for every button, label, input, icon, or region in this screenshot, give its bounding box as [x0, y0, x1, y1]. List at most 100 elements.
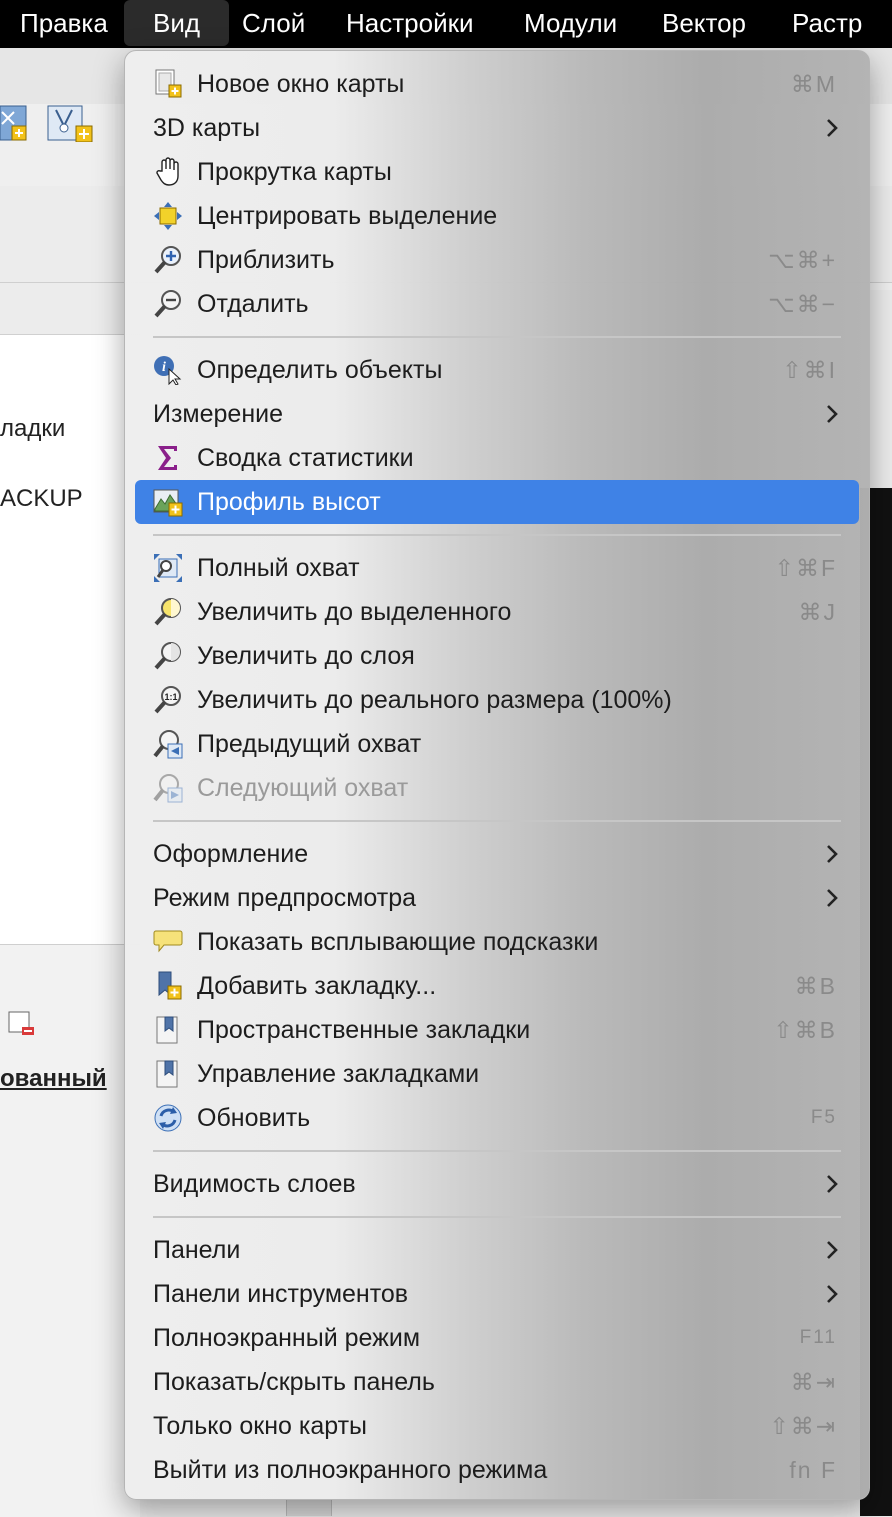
scrollbar-fragment[interactable] — [286, 1500, 332, 1516]
menu-separator — [125, 326, 869, 348]
shortcut: ⌘B — [794, 973, 837, 999]
menu-separator — [125, 1140, 869, 1162]
menu-item-fullscreen[interactable]: Полноэкранный режим F11 — [125, 1316, 869, 1360]
shortcut: ⇧⌘B — [773, 1017, 837, 1043]
menu-item-zoom-in[interactable]: Приблизить ⌥⌘+ — [125, 238, 869, 282]
menu-item-statistical-summary[interactable]: Сводка статистики — [125, 436, 869, 480]
menu-item-label: Управление закладками — [197, 1059, 480, 1088]
menu-item-label: Полный охват — [197, 553, 360, 582]
menu-item-label: Добавить закладку... — [197, 971, 437, 1000]
menu-item-label: Центрировать выделение — [197, 201, 498, 230]
elevation-profile-icon — [153, 487, 183, 517]
svg-text:1:1: 1:1 — [164, 692, 177, 702]
menu-item-elevation-profile[interactable]: Профиль высот — [135, 480, 859, 524]
menu-item-label: Увеличить до слоя — [197, 641, 415, 670]
shortcut: F11 — [799, 1327, 837, 1348]
zoom-to-layer-icon — [153, 641, 183, 671]
menu-item-identify[interactable]: i Определить объекты ⇧⌘I — [125, 348, 869, 392]
menu-item-label: Показать/скрыть панель — [153, 1367, 435, 1396]
menu-item-map-only[interactable]: Только окно карты ⇧⌘⇥ — [125, 1404, 869, 1448]
remove-layer-icon[interactable] — [8, 1011, 36, 1039]
shortcut: ⇧⌘I — [782, 357, 837, 383]
new-layer-icon[interactable] — [0, 104, 28, 142]
menu-item-decorations[interactable]: Оформление — [125, 832, 869, 876]
new-vertex-layer-icon[interactable] — [46, 104, 94, 143]
sigma-icon — [153, 443, 183, 473]
bg-bookmarks-text: ладки — [0, 415, 66, 442]
menu-item-zoom-out[interactable]: Отдалить ⌥⌘− — [125, 282, 869, 326]
menu-item-pan-map[interactable]: Прокрутка карты — [125, 150, 869, 194]
menu-vector[interactable]: Вектор — [662, 0, 746, 46]
menu-item-exit-fullscreen[interactable]: Выйти из полноэкранного режима fn F — [125, 1448, 869, 1492]
menu-item-measure[interactable]: Измерение — [125, 392, 869, 436]
menu-separator — [125, 810, 869, 832]
bookmarks-icon — [153, 1015, 183, 1045]
chevron-right-icon — [827, 1241, 838, 1259]
menu-item-label: Прокрутка карты — [197, 157, 392, 186]
menu-item-map-tips[interactable]: Показать всплывающие подсказки — [125, 920, 869, 964]
chevron-right-icon — [827, 405, 838, 423]
menu-item-refresh[interactable]: Обновить F5 — [125, 1096, 869, 1140]
menu-item-label: Приблизить — [197, 245, 335, 274]
shortcut: ⌥⌘− — [768, 291, 837, 317]
menu-item-manage-bookmarks[interactable]: Управление закладками — [125, 1052, 869, 1096]
menu-item-label: Измерение — [153, 399, 284, 428]
menu-view[interactable]: Вид — [124, 0, 230, 46]
shortcut: ⌘M — [790, 71, 837, 97]
shortcut: ⇧⌘F — [774, 555, 837, 581]
menu-item-toolbars[interactable]: Панели инструментов — [125, 1272, 869, 1316]
menu-item-3d-maps[interactable]: 3D карты — [125, 106, 869, 150]
menu-item-preview-mode[interactable]: Режим предпросмотра — [125, 876, 869, 920]
menu-item-label: Профиль высот — [197, 487, 381, 516]
menu-item-zoom-native[interactable]: 1:1 Увеличить до реального размера (100%… — [125, 678, 869, 722]
menu-item-zoom-next[interactable]: Следующий охват — [125, 766, 869, 810]
menu-item-zoom-last[interactable]: Предыдущий охват — [125, 722, 869, 766]
menu-item-toggle-panels[interactable]: Показать/скрыть панель ⌘⇥ — [125, 1360, 869, 1404]
menu-item-spatial-bookmarks[interactable]: Пространственные закладки ⇧⌘B — [125, 1008, 869, 1052]
map-window-icon — [153, 69, 183, 99]
menu-layer[interactable]: Слой — [242, 0, 305, 46]
menu-plugins[interactable]: Модули — [524, 0, 617, 46]
bg-layer-name-text: ованный — [0, 1065, 107, 1092]
menu-item-zoom-to-layer[interactable]: Увеличить до слоя — [125, 634, 869, 678]
chevron-right-icon — [827, 889, 838, 907]
menu-item-label: Панели — [153, 1235, 241, 1264]
chevron-right-icon — [827, 845, 838, 863]
menu-item-label: Полноэкранный режим — [153, 1323, 421, 1352]
identify-info-icon: i — [153, 355, 183, 386]
menu-item-label: Увеличить до реального размера (100%) — [197, 685, 672, 714]
refresh-icon — [153, 1103, 183, 1133]
zoom-in-icon — [153, 245, 183, 275]
shortcut: fn F — [789, 1457, 837, 1483]
menu-item-layer-visibility[interactable]: Видимость слоев — [125, 1162, 869, 1206]
bg-backup-text: ACKUP — [0, 485, 83, 512]
menu-item-zoom-to-selection[interactable]: Увеличить до выделенного ⌘J — [125, 590, 869, 634]
menu-item-zoom-full[interactable]: Полный охват ⇧⌘F — [125, 546, 869, 590]
zoom-full-extent-icon — [153, 553, 183, 583]
menu-item-label: Увеличить до выделенного — [197, 597, 512, 626]
hand-pan-icon — [153, 157, 183, 187]
menu-item-label: Оформление — [153, 839, 309, 868]
pan-to-selection-icon — [153, 201, 183, 231]
menu-item-label: Видимость слоев — [153, 1169, 356, 1198]
menu-item-label: Определить объекты — [197, 355, 443, 384]
menu-item-pan-to-selection[interactable]: Центрировать выделение — [125, 194, 869, 238]
shortcut: ⌥⌘+ — [768, 247, 837, 273]
menu-item-new-map-window[interactable]: Новое окно карты ⌘M — [125, 62, 869, 106]
menu-raster[interactable]: Растр — [792, 0, 862, 46]
view-menu-dropdown: Новое окно карты ⌘M 3D карты Прокрутка к… — [124, 50, 870, 1500]
zoom-previous-icon — [153, 729, 183, 759]
menu-settings[interactable]: Настройки — [346, 0, 474, 46]
menu-item-new-bookmark[interactable]: Добавить закладку... ⌘B — [125, 964, 869, 1008]
menu-edit[interactable]: Правка — [20, 0, 108, 46]
menu-item-panels[interactable]: Панели — [125, 1228, 869, 1272]
menu-item-label: Отдалить — [197, 289, 309, 318]
menu-separator — [125, 524, 869, 546]
shortcut: F5 — [810, 1107, 837, 1128]
menu-item-label: Следующий охват — [197, 773, 409, 802]
svg-text:i: i — [162, 360, 166, 375]
menu-item-label: Сводка статистики — [197, 443, 414, 472]
zoom-out-icon — [153, 289, 183, 319]
zoom-native-resolution-icon: 1:1 — [153, 685, 183, 715]
menu-item-label: Новое окно карты — [197, 69, 405, 98]
